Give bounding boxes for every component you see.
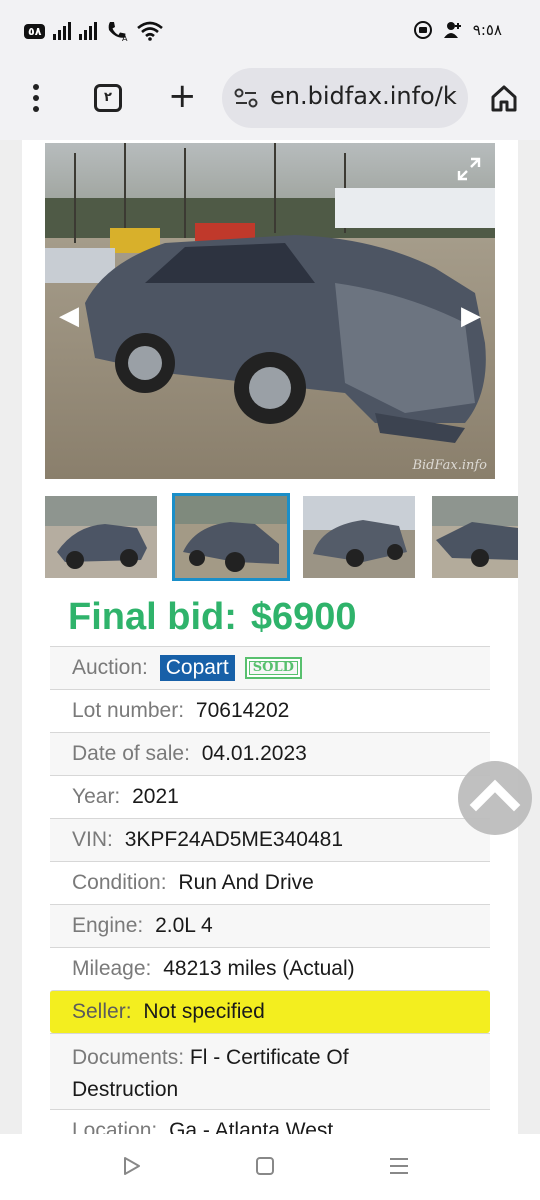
seller-value: Not specified xyxy=(143,1000,265,1023)
lot-number-value: 70614202 xyxy=(195,699,290,722)
thumbnail-1[interactable] xyxy=(45,496,157,578)
location-row: Location: Ga - Atlanta West xyxy=(50,1109,490,1134)
url-text[interactable]: en.bidfax.info/k xyxy=(270,82,457,110)
prev-photo-arrow[interactable]: ◀ xyxy=(59,301,79,331)
main-car-photo[interactable]: ◀ ▶ BidFax.info xyxy=(45,143,495,479)
home-square-icon[interactable] xyxy=(256,1157,274,1175)
scroll-to-top-button[interactable] xyxy=(458,761,532,835)
status-right: ٩:٥٨ xyxy=(413,20,502,40)
person-icon xyxy=(443,22,461,38)
auction-row: Auction: Copart SOLD xyxy=(50,646,490,689)
fullscreen-icon[interactable] xyxy=(457,157,481,181)
recents-icon[interactable] xyxy=(390,1158,408,1174)
seller-label: Seller: xyxy=(72,1000,138,1023)
detail-row: Engine: 2.0L 4 xyxy=(50,904,490,947)
clock: ٩:٥٨ xyxy=(472,21,502,39)
status-bar: ٥٨ Ä ٩:٥٨ xyxy=(0,0,540,62)
new-tab-icon[interactable]: + xyxy=(168,76,197,116)
auction-label: Auction: xyxy=(72,656,154,679)
signal-bars-icon xyxy=(79,22,98,40)
location-label: Location: xyxy=(72,1119,164,1134)
date-of-sale-value: 04.01.2023 xyxy=(201,742,307,765)
tab-switcher-icon[interactable]: ٢ xyxy=(94,84,122,112)
lot-number-label: Lot number: xyxy=(72,699,190,722)
chevron-up-icon xyxy=(469,779,521,812)
car-photo-image xyxy=(45,143,495,479)
vin-value: 3KPF24AD5ME340481 xyxy=(124,828,343,851)
detail-row: Condition: Run And Drive xyxy=(50,861,490,904)
detail-row: Mileage: 48213 miles (Actual) xyxy=(50,947,490,990)
documents-value-line2: Destruction xyxy=(72,1078,179,1101)
system-nav-bar xyxy=(0,1134,540,1200)
seller-row: Seller: Not specified xyxy=(50,990,490,1033)
engine-label: Engine: xyxy=(72,914,150,937)
signal-bars-icon xyxy=(53,22,72,40)
site-info-icon[interactable] xyxy=(234,88,258,108)
documents-text: Documents: Fl - Certificate Of Destructi… xyxy=(72,1042,349,1106)
wifi-icon xyxy=(137,21,164,41)
detail-row: Lot number: 70614202 xyxy=(50,689,490,732)
final-bid: Final bid: $6900 xyxy=(68,596,357,639)
status-left: ٥٨ Ä xyxy=(24,20,164,42)
next-photo-arrow[interactable]: ▶ xyxy=(461,301,481,331)
date-of-sale-label: Date of sale: xyxy=(72,742,196,765)
listing-card: ◀ ▶ BidFax.info Final bid: $6900 Auction:… xyxy=(22,140,518,1134)
condition-value: Run And Drive xyxy=(178,871,314,894)
more-vert-icon[interactable] xyxy=(24,82,48,114)
documents-value-line1: Fl - Certificate Of xyxy=(189,1046,349,1069)
final-bid-value: $6900 xyxy=(250,596,357,638)
web-page: ◀ ▶ BidFax.info Final bid: $6900 Auction:… xyxy=(0,140,540,1134)
thumbnail-2-selected[interactable] xyxy=(172,493,290,581)
media-icon xyxy=(413,21,432,39)
url-bar[interactable]: en.bidfax.info/k xyxy=(222,68,468,128)
final-bid-label: Final bid: xyxy=(68,596,237,638)
vin-label: VIN: xyxy=(72,828,119,851)
mileage-label: Mileage: xyxy=(72,957,158,980)
year-value: 2021 xyxy=(132,785,179,808)
engine-value: 2.0L 4 xyxy=(155,914,213,937)
browser-toolbar: ٢ + en.bidfax.info/k xyxy=(0,62,540,140)
svg-text:Ä: Ä xyxy=(122,33,128,42)
wifi-calling-icon: Ä xyxy=(109,22,128,42)
documents-label: Documents: xyxy=(72,1046,190,1069)
location-value: Ga - Atlanta West xyxy=(169,1119,334,1134)
watermark: BidFax.info xyxy=(412,458,487,473)
detail-row: VIN: 3KPF24AD5ME340481 xyxy=(50,818,490,861)
year-label: Year: xyxy=(72,785,127,808)
detail-row: Year: 2021 xyxy=(50,775,490,818)
mileage-value: 48213 miles (Actual) xyxy=(163,957,355,980)
back-triangle-icon[interactable] xyxy=(122,1156,142,1176)
thumbnail-3[interactable] xyxy=(303,496,415,578)
vehicle-details: Auction: Copart SOLD Lot number: 7061420… xyxy=(50,646,490,1134)
documents-row: Documents: Fl - Certificate Of Destructi… xyxy=(50,1033,490,1109)
home-icon[interactable] xyxy=(490,84,518,112)
detail-row: Date of sale: 04.01.2023 xyxy=(50,732,490,775)
condition-label: Condition: xyxy=(72,871,173,894)
notification-badge: ٥٨ xyxy=(24,23,46,39)
sold-badge: SOLD xyxy=(244,657,302,679)
thumbnail-4[interactable] xyxy=(432,496,518,578)
auction-value-link[interactable]: Copart xyxy=(159,655,235,681)
